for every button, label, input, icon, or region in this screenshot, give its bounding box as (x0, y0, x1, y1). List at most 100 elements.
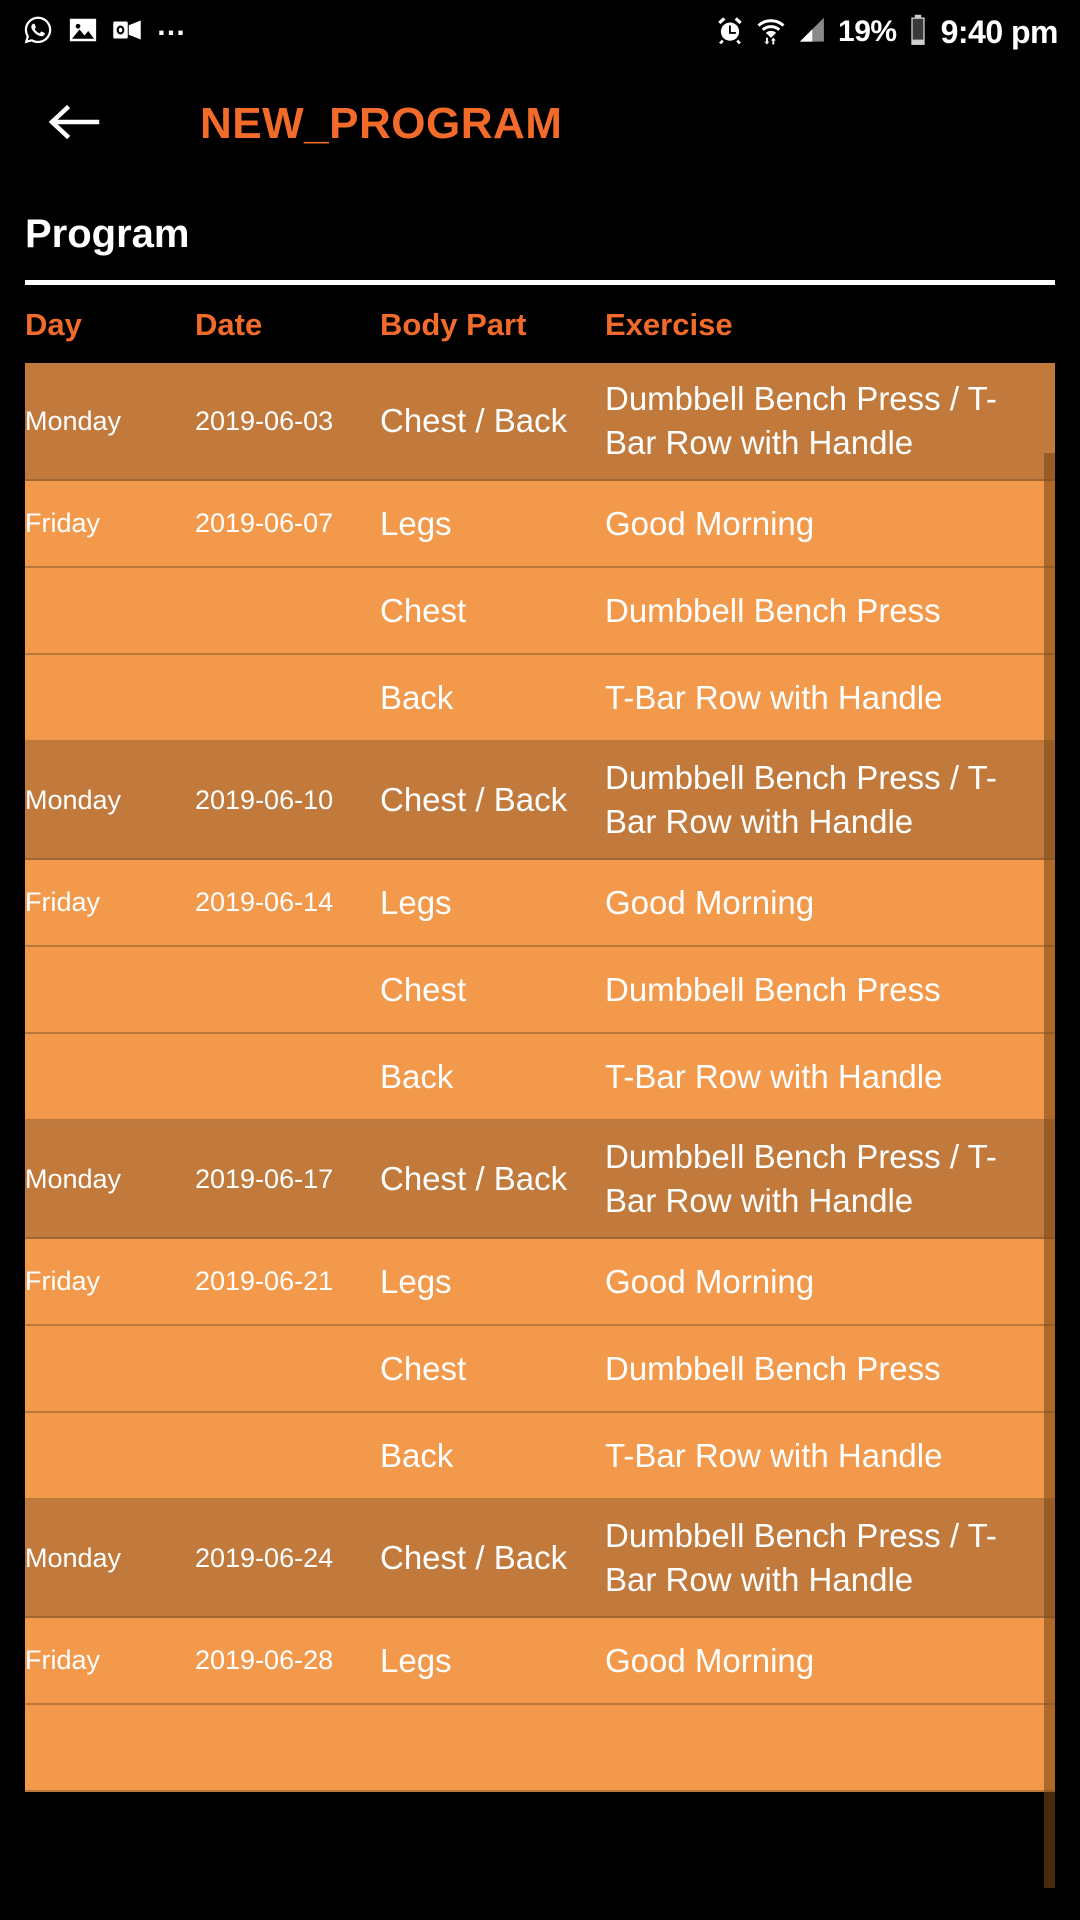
cell-exercise: Dumbbell Bench Press / T-Bar Row with Ha… (605, 1138, 997, 1219)
cell-exercise: Good Morning (605, 504, 815, 542)
table-rows: Monday 2019-06-03 Chest / Back Dumbbell Ben… (25, 363, 1055, 1792)
table-row[interactable]: Monday 2019-06-03 Chest / Back Dumbbell Ben… (25, 363, 1055, 481)
cell-day (25, 976, 195, 1004)
column-header-day: Day (25, 307, 82, 342)
whatsapp-icon (22, 14, 54, 51)
cell-exercise: Dumbbell Bench Press (605, 970, 941, 1008)
cell-day: Monday (25, 1542, 122, 1573)
cell-body-part: Chest / Back (380, 402, 568, 439)
cell-body-part (380, 1734, 605, 1762)
cell-day: Monday (25, 784, 122, 815)
status-overflow-dots: … (156, 9, 188, 42)
cell-day: Friday (25, 508, 101, 538)
cell-day (25, 1063, 195, 1091)
cell-body-part: Back (380, 1057, 454, 1095)
app-bar: NEW_PROGRAM (0, 64, 1080, 184)
cell-day (25, 597, 195, 625)
cell-day (25, 1734, 195, 1762)
status-bar-left-icons: … (22, 9, 188, 51)
cell-exercise: Dumbbell Bench Press / T-Bar Row with Ha… (605, 380, 997, 461)
cell-day (25, 1355, 195, 1383)
cell-body-part: Legs (380, 1641, 452, 1679)
wifi-icon (756, 15, 786, 50)
cell-date: 2019-06-28 (195, 1645, 334, 1675)
cell-date (195, 1063, 380, 1091)
cell-exercise: Dumbbell Bench Press (605, 1349, 941, 1387)
section-title: Program (25, 212, 190, 256)
cell-day (25, 1442, 195, 1470)
cell-exercise: T-Bar Row with Handle (605, 1057, 943, 1095)
column-header-body-part: Body Part (380, 307, 527, 342)
cell-body-part: Legs (380, 504, 452, 542)
cell-day: Monday (25, 1163, 122, 1194)
cell-day: Friday (25, 887, 101, 917)
cell-body-part: Legs (380, 883, 452, 921)
gallery-icon (68, 15, 98, 50)
table-row[interactable]: Friday 2019-06-14 Legs Good Morning (25, 860, 1055, 947)
cell-date (195, 1442, 380, 1470)
cell-body-part: Chest (380, 1349, 467, 1387)
cell-exercise: T-Bar Row with Handle (605, 678, 943, 716)
table-row[interactable]: Chest Dumbbell Bench Press (25, 947, 1055, 1034)
cell-body-part: Back (380, 678, 454, 716)
table-row[interactable]: Chest Dumbbell Bench Press (25, 568, 1055, 655)
cell-exercise: Good Morning (605, 1262, 815, 1300)
table-row[interactable]: Back T-Bar Row with Handle (25, 1413, 1055, 1500)
cellular-signal-icon (797, 15, 827, 50)
cell-day: Monday (25, 405, 122, 436)
cell-date: 2019-06-10 (195, 784, 334, 815)
table-row[interactable] (25, 1705, 1055, 1792)
cell-date: 2019-06-21 (195, 1266, 334, 1296)
cell-date (195, 684, 380, 712)
cell-date (195, 1355, 380, 1383)
cell-exercise: Dumbbell Bench Press (605, 591, 941, 629)
alarm-icon (715, 15, 745, 50)
table-row[interactable]: Monday 2019-06-10 Chest / Back Dumbbell Ben… (25, 742, 1055, 860)
table-row[interactable]: Back T-Bar Row with Handle (25, 1034, 1055, 1121)
cell-body-part: Legs (380, 1262, 452, 1300)
cell-exercise: T-Bar Row with Handle (605, 1436, 943, 1474)
cell-body-part: Back (380, 1436, 454, 1474)
vertical-scrollbar-thumb[interactable] (1044, 453, 1055, 1888)
cell-body-part: Chest (380, 591, 467, 629)
cell-body-part: Chest / Back (380, 781, 568, 818)
battery-percent-label: 19% (838, 15, 897, 48)
cell-exercise: Good Morning (605, 1641, 815, 1679)
status-bar-clock: 9:40 pm (940, 13, 1059, 50)
table-row[interactable]: Friday 2019-06-07 Legs Good Morning (25, 481, 1055, 568)
table-row[interactable]: Friday 2019-06-21 Legs Good Morning (25, 1239, 1055, 1326)
cell-date: 2019-06-07 (195, 508, 334, 538)
cell-date (195, 597, 380, 625)
cell-date (195, 976, 380, 1004)
table-row[interactable]: Monday 2019-06-24 Chest / Back Dumbbell Ben… (25, 1500, 1055, 1618)
cell-date: 2019-06-14 (195, 887, 334, 917)
cell-exercise: Dumbbell Bench Press / T-Bar Row with Ha… (605, 1517, 997, 1598)
cell-date (195, 1734, 380, 1762)
status-bar-right-icons: 19% 9:40 pm (715, 13, 1059, 51)
program-table[interactable]: Monday 2019-06-03 Chest / Back Dumbbell Ben… (25, 363, 1055, 1888)
back-button[interactable] (40, 91, 106, 157)
back-arrow-icon (45, 100, 101, 149)
table-row[interactable]: Back T-Bar Row with Handle (25, 655, 1055, 742)
status-bar: … 19% 9:40 pm (0, 0, 1080, 64)
app-screen: … 19% 9:40 pm NEW_PROGRAM Program Day Da… (0, 0, 1080, 1920)
column-header-exercise: Exercise (605, 307, 733, 342)
table-row[interactable]: Friday 2019-06-28 Legs Good Morning (25, 1618, 1055, 1705)
page-title: NEW_PROGRAM (200, 99, 563, 148)
cell-day: Friday (25, 1266, 101, 1296)
outlook-icon (112, 15, 142, 50)
cell-day: Friday (25, 1645, 101, 1675)
cell-date: 2019-06-24 (195, 1542, 334, 1573)
column-header-date: Date (195, 307, 263, 342)
table-header-row: Day Date Body Part Exercise (25, 285, 1055, 363)
cell-date: 2019-06-03 (195, 405, 334, 436)
cell-body-part: Chest / Back (380, 1539, 568, 1576)
table-row[interactable]: Chest Dumbbell Bench Press (25, 1326, 1055, 1413)
cell-exercise (605, 1734, 1055, 1762)
table-row[interactable]: Monday 2019-06-17 Chest / Back Dumbbell Ben… (25, 1121, 1055, 1239)
battery-icon (908, 14, 928, 51)
cell-exercise: Dumbbell Bench Press / T-Bar Row with Ha… (605, 759, 997, 840)
program-section-header: Program (0, 184, 1080, 285)
cell-day (25, 684, 195, 712)
cell-exercise: Good Morning (605, 883, 815, 921)
